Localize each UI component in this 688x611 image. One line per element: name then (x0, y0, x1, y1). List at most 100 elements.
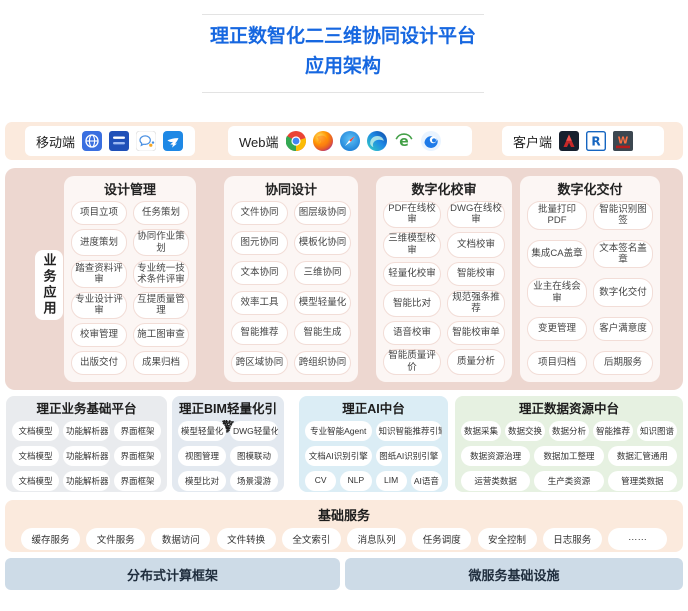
business-item-pill: 智能质量评价 (383, 349, 441, 376)
business-item-pill: 轻量化校审 (383, 262, 441, 286)
business-item-pill: 模板化协同 (294, 231, 351, 255)
platform-pill: 文档模型 (12, 471, 59, 491)
business-item-pill: 智能推荐 (231, 321, 288, 345)
platform-pill: 场景漫游 (230, 471, 278, 491)
business-item-pill: 规范强条推荐 (447, 290, 505, 317)
digital-delivery-column: 数字化交付 批量打印PDF智能识别图签集成CA盖章文本签名盖章业主在线会审数字化… (520, 176, 660, 382)
platform-pill: NLP (340, 471, 371, 491)
firefox-icon (313, 131, 333, 151)
basic-service-pill: 消息队列 (347, 528, 406, 550)
business-application-side-label: 业务应用 (35, 250, 63, 320)
platform-pill: AI语音 (411, 471, 442, 491)
platform-row: CVNLPLIMAI语音 (305, 471, 442, 491)
platform-pill: 管理类数据 (608, 471, 677, 491)
business-item-pill: 集成CA盖章 (527, 240, 587, 269)
business-item-pill: 任务策划 (133, 201, 189, 225)
ai-middle-platform: 理正AI中台 专业智能Agent知识智能推荐引擎文档AI识别引擎图纸AI识别引擎… (299, 396, 448, 492)
business-item-pill: DWG在线校审 (447, 201, 505, 228)
page-title-line1: 理正数智化二三维协同设计平台 (202, 22, 484, 52)
dingtalk-icon (163, 131, 183, 151)
wechat-icon (136, 131, 156, 151)
platform-pill: 知识智能推荐引擎 (376, 421, 443, 441)
microservice-infrastructure: 微服务基础设施 (345, 558, 683, 590)
platform-pill: 数据汇管通用 (608, 446, 677, 466)
business-item-pill: 成果归档 (133, 351, 189, 375)
revit-client-icon: R (586, 131, 606, 151)
platform-pill: LIM (376, 471, 407, 491)
business-item-pill: 后期服务 (593, 351, 653, 375)
business-item-pill: 模型轻量化 (294, 291, 351, 315)
platform-pill: 数据交换 (505, 421, 545, 441)
business-item-pill: 专业设计评审 (71, 292, 127, 319)
business-item-pill: 语音校审 (383, 321, 441, 345)
column-title: 数字化交付 (527, 181, 653, 199)
basic-service-pill: …… (608, 528, 667, 550)
business-item-pill: 业主在线会审 (527, 278, 587, 307)
svg-text:R: R (591, 135, 600, 149)
platform-row: 文档模型功能解析器界面框架 (12, 471, 161, 491)
platform-row: 数据资源治理数据加工整理数据汇管通用 (461, 446, 677, 466)
platform-title: 理正BIM轻量化引擎 (178, 400, 278, 418)
client-terminal-label: 客户端 (513, 132, 552, 151)
terminal-strip: 移动端 Web端 e 客户端 RW (5, 122, 683, 160)
platform-pill: 功能解析器 (63, 471, 110, 491)
platform-title: 理正AI中台 (305, 400, 442, 418)
basic-service-pill: 安全控制 (478, 528, 537, 550)
basic-service-pill: 文件服务 (86, 528, 145, 550)
platform-rows: 文档模型功能解析器界面框架文档模型功能解析器界面框架文档模型功能解析器界面框架 (12, 421, 161, 491)
business-item-pill: 文件协同 (231, 201, 288, 225)
platform-pill: 文档模型 (12, 446, 59, 466)
web-terminal-icons: e (286, 131, 441, 151)
platform-pill: 生产类资源 (534, 471, 603, 491)
platform-pill: 数据采集 (461, 421, 501, 441)
platform-rows: 模型轻量化DWG轻量化视图管理图模联动模型比对场景漫游 (178, 421, 278, 491)
platform-title: 理正业务基础平台 (12, 400, 161, 418)
business-base-platform: 理正业务基础平台 文档模型功能解析器界面框架文档模型功能解析器界面框架文档模型功… (6, 396, 167, 492)
ie-icon: e (394, 131, 414, 151)
platform-row: 文档模型功能解析器界面框架 (12, 421, 161, 441)
platform-pill: 功能解析器 (63, 421, 110, 441)
web-terminal-label: Web端 (239, 132, 279, 151)
terminal-box-web: Web端 e (228, 126, 472, 156)
mobile-terminal-icons (82, 131, 183, 151)
platform-pill: DWG轻量化 (230, 421, 278, 441)
mobile-app-icon (109, 131, 129, 151)
business-item-pill: PDF在线校审 (383, 201, 441, 228)
business-item-pill: 图层级协同 (294, 201, 351, 225)
business-item-pill: 批量打印PDF (527, 201, 587, 230)
business-item-pill: 校审管理 (71, 323, 127, 347)
business-item-pill: 项目归档 (527, 351, 587, 375)
bim-lightweight-engine: 理正BIM轻量化引擎 模型轻量化DWG轻量化视图管理图模联动模型比对场景漫游 (172, 396, 284, 492)
business-item-pill: 智能校审 (447, 262, 505, 286)
platform-pill: 图纸AI识别引擎 (376, 446, 443, 466)
w-client-icon: W (613, 131, 633, 151)
business-item-pill: 智能识别图签 (593, 201, 653, 230)
business-item-pill: 客户满意度 (593, 317, 653, 341)
basic-service-pill: 全文索引 (282, 528, 341, 550)
business-application-section: 业务应用 设计管理 项目立项任务策划进度策划协同作业策划踏查资料评审专业统一技术… (5, 168, 683, 390)
business-item-pill: 效率工具 (231, 291, 288, 315)
platform-pill: 专业智能Agent (305, 421, 372, 441)
client-terminal-icons: RW (559, 131, 633, 151)
basic-service-pill: 文件转换 (217, 528, 276, 550)
business-item-pill: 质量分析 (447, 349, 505, 376)
platform-title: 理正数据资源中台 (461, 400, 677, 418)
business-item-pill: 跨组织协同 (294, 351, 351, 375)
column-title: 协同设计 (231, 181, 351, 199)
collaborative-design-column: 协同设计 文件协同图层级协同图元协同模板化协同文本协同三维协同效率工具模型轻量化… (224, 176, 358, 382)
terminal-box-mobile: 移动端 (25, 126, 195, 156)
platform-pill: 数据资源治理 (461, 446, 530, 466)
business-item-pill: 智能校审单 (447, 321, 505, 345)
data-resource-platform: 理正数据资源中台 数据采集数据交换数据分析智能推荐知识图谱数据资源治理数据加工整… (455, 396, 683, 492)
platform-rows: 数据采集数据交换数据分析智能推荐知识图谱数据资源治理数据加工整理数据汇管通用运营… (461, 421, 677, 491)
svg-text:W: W (618, 136, 629, 147)
business-item-pill: 踏查资料评审 (71, 260, 127, 287)
platform-pill: 数据分析 (549, 421, 589, 441)
chrome-icon (286, 131, 306, 151)
platform-pill: 数据加工整理 (534, 446, 603, 466)
architecture-diagram: 理正数智化二三维协同设计平台 应用架构 移动端 Web端 e 客户端 RW 业务… (0, 0, 688, 611)
business-item-pill: 协同作业策划 (133, 229, 189, 256)
design-management-column: 设计管理 项目立项任务策划进度策划协同作业策划踏查资料评审专业统一技术条件评审专… (64, 176, 196, 382)
business-item-pill: 三维模型校审 (383, 232, 441, 259)
page-title: 理正数智化二三维协同设计平台 应用架构 (202, 14, 484, 93)
